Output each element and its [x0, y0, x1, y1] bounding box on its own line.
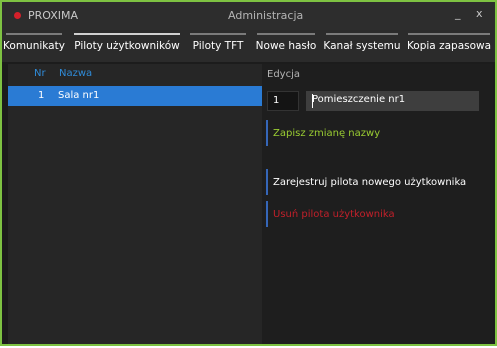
tab-label: Komunikaty: [3, 40, 65, 52]
tab-bar: Komunikaty Piloty użytkowników Piloty TF…: [2, 30, 495, 62]
minimize-button[interactable]: _: [455, 7, 461, 20]
tab-label: Kanał systemu: [323, 40, 401, 52]
close-button[interactable]: x: [476, 7, 483, 20]
nr-input[interactable]: 1: [267, 91, 299, 111]
edit-panel: Edycja 1 Pomieszczenie nr1 Zapisz zmianę…: [262, 64, 493, 344]
tab-label: Piloty użytkowników: [74, 40, 180, 52]
list-header: Nr Nazwa: [8, 64, 262, 84]
edit-header: Edycja: [267, 69, 300, 80]
tab-label: Nowe hasło: [255, 40, 317, 52]
tab-kopia-zapasowa[interactable]: Kopia zapasowa: [404, 30, 494, 62]
register-pilot-button[interactable]: Zarejestruj pilota nowego użytkownika: [266, 169, 466, 195]
window-title: Administracja: [228, 9, 304, 22]
tab-indicator: [190, 33, 246, 35]
tab-nowe-haslo[interactable]: Nowe hasło: [253, 30, 319, 62]
tab-kanal-systemu[interactable]: Kanał systemu: [322, 30, 402, 62]
tab-indicator: [326, 33, 398, 35]
tab-label: Kopia zapasowa: [406, 40, 492, 52]
tab-indicator: [408, 33, 490, 35]
column-header-nr[interactable]: Nr: [34, 68, 46, 79]
tab-indicator: [6, 33, 62, 35]
app-logo-icon: [14, 12, 21, 19]
text-cursor: [312, 94, 313, 108]
tab-label: Piloty TFT: [192, 40, 244, 52]
pilot-list: Nr Nazwa 1 Sala nr1: [8, 64, 262, 344]
row-nr: 1: [38, 90, 45, 101]
tab-piloty-uzytkownikow[interactable]: Piloty użytkowników: [70, 30, 184, 62]
app-name: PROXIMA: [28, 9, 79, 22]
app-window: PROXIMA Administracja _ x Komunikaty Pil…: [0, 0, 497, 346]
tab-komunikaty[interactable]: Komunikaty: [2, 30, 66, 62]
column-header-name[interactable]: Nazwa: [59, 68, 92, 79]
save-name-button[interactable]: Zapisz zmianę nazwy: [266, 120, 380, 146]
tab-indicator: [257, 33, 315, 35]
list-item[interactable]: 1 Sala nr1: [8, 86, 262, 106]
tab-indicator: [74, 33, 180, 35]
name-input[interactable]: Pomieszczenie nr1: [306, 91, 479, 111]
remove-pilot-button[interactable]: Usuń pilota użytkownika: [266, 201, 395, 227]
title-bar: PROXIMA Administracja _ x: [2, 2, 495, 30]
tab-piloty-tft[interactable]: Piloty TFT: [186, 30, 250, 62]
row-name: Sala nr1: [58, 90, 100, 101]
